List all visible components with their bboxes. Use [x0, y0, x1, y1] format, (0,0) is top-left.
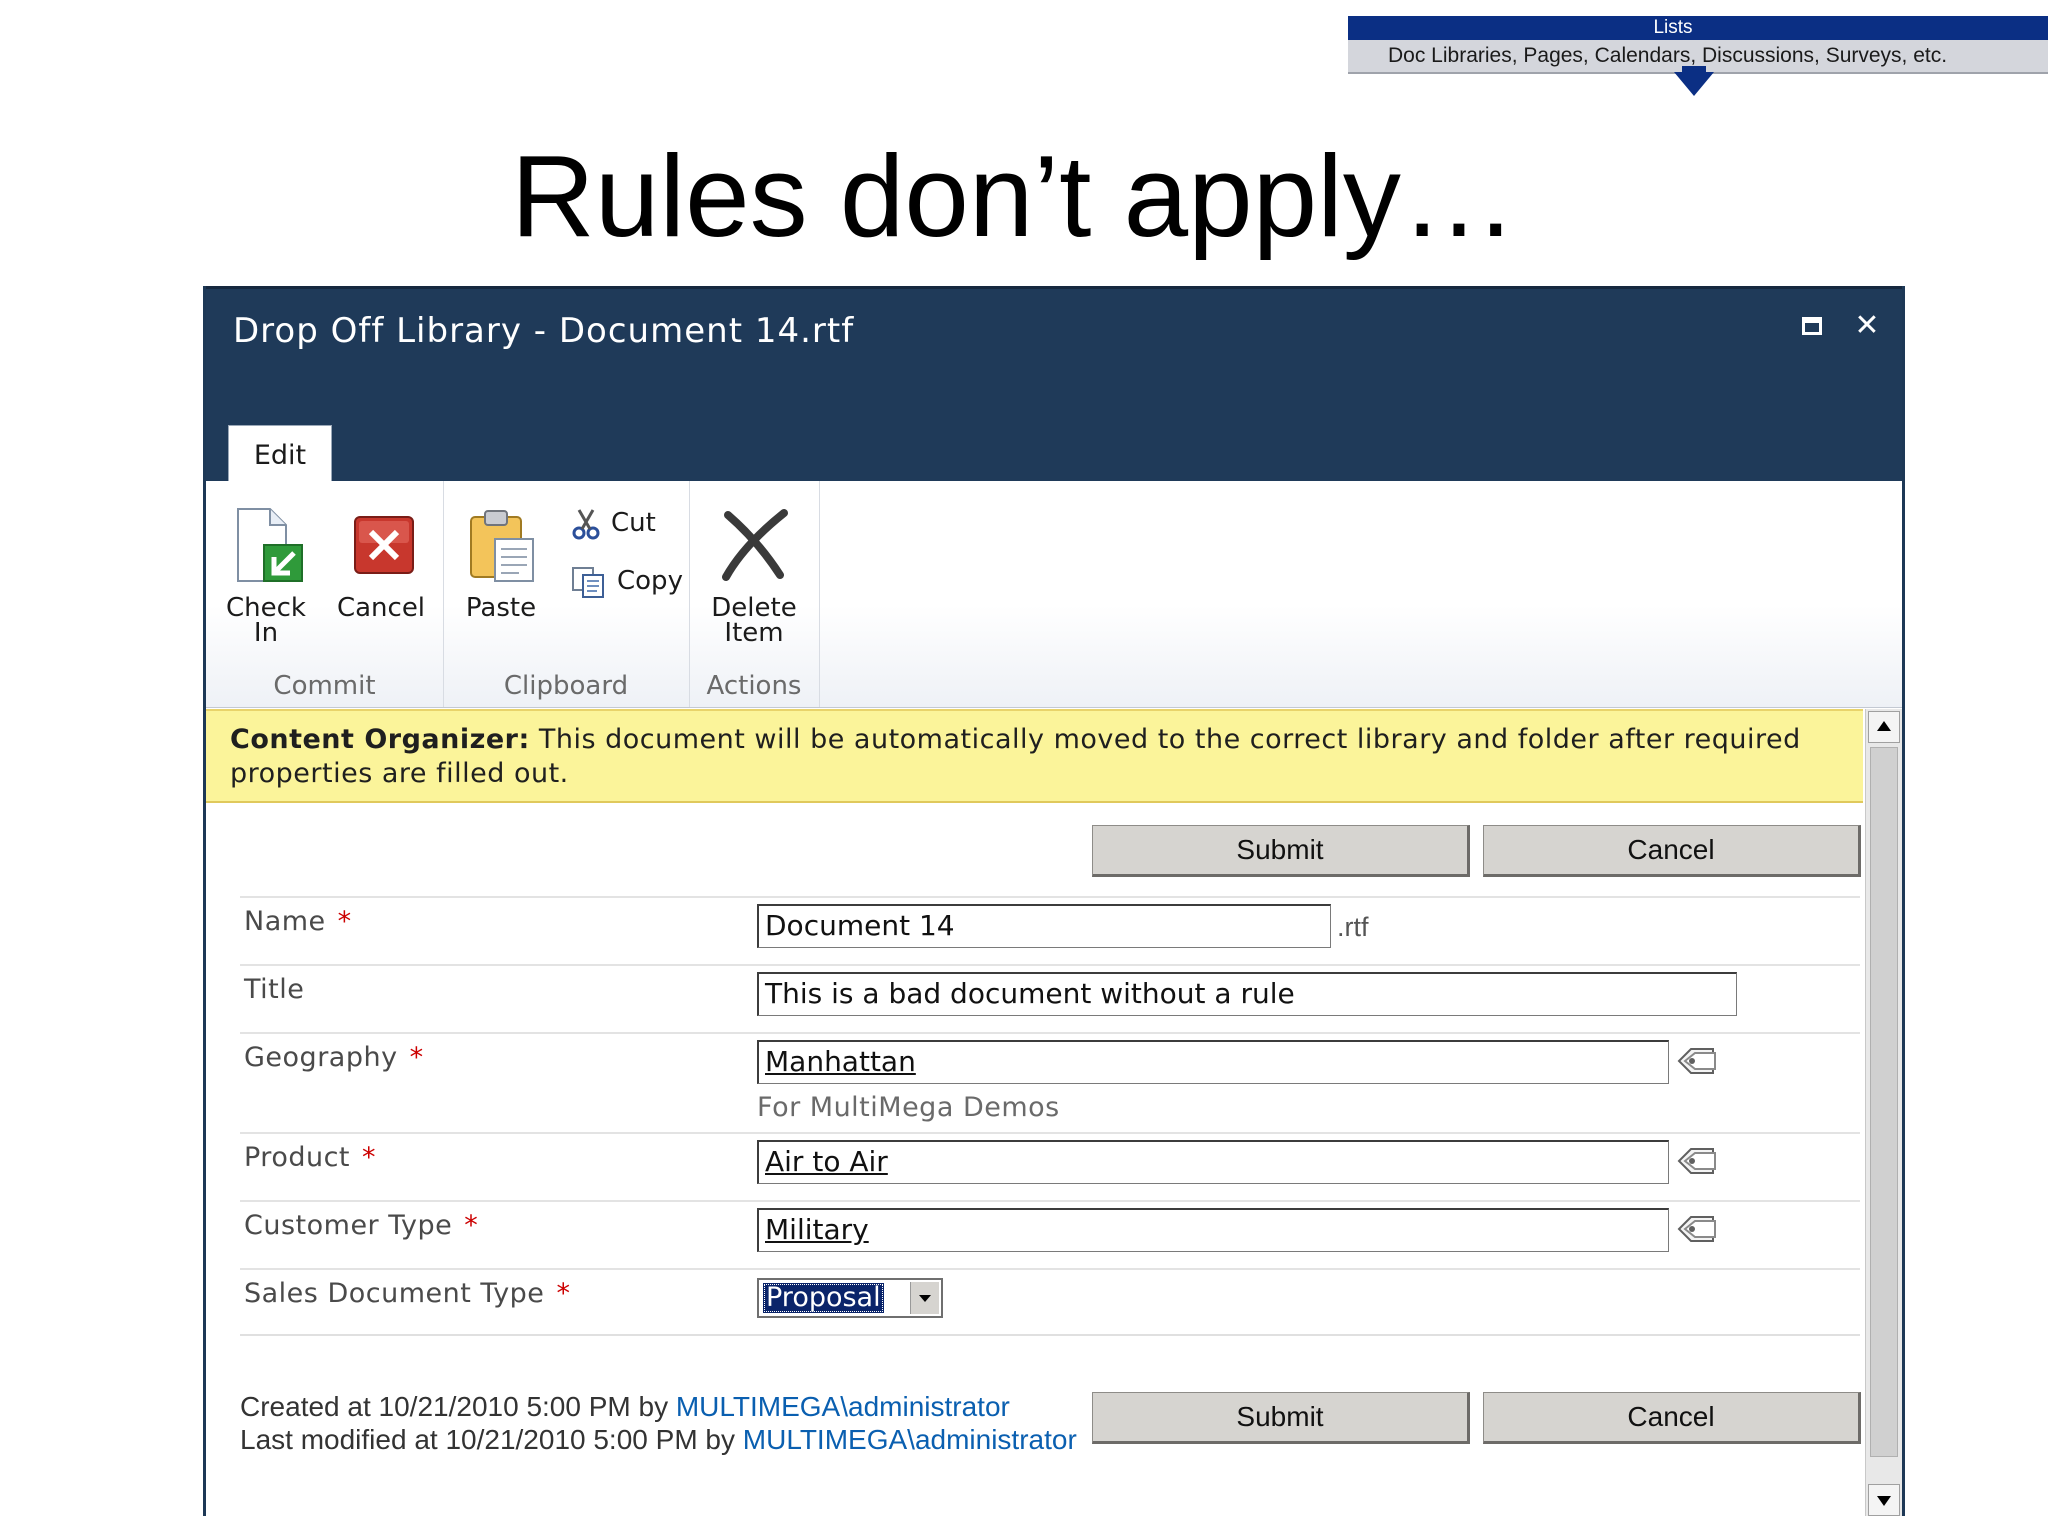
dialog-title: Drop Off Library - Document 14.rtf [233, 311, 855, 351]
slide-title: Rules don’t apply… [511, 131, 1517, 261]
paste-label: Paste [465, 593, 537, 623]
modified-user-link[interactable]: MULTIMEGA\administrator [743, 1424, 1077, 1455]
check-in-icon [237, 508, 303, 582]
field-row-geography: Geography * Manhattan For MultiMega Demos [240, 1032, 1860, 1132]
copy-icon [572, 566, 604, 598]
group-label-actions: Actions [706, 671, 802, 701]
created-info: Created at 10/21/2010 5:00 PM by MULTIME… [240, 1390, 1010, 1423]
tab-edit[interactable]: Edit [228, 425, 332, 484]
edit-properties-dialog: Drop Off Library - Document 14.rtf ✕ Edi… [203, 286, 1905, 1516]
geography-input[interactable]: Manhattan [757, 1040, 1669, 1084]
form-divider [240, 1334, 1860, 1336]
sales-document-type-select[interactable]: Proposal [757, 1278, 943, 1318]
ribbon-group-clipboard: Paste Cut Copy Clipboard [443, 481, 690, 707]
delete-item-button[interactable]: Delete Item [699, 505, 809, 646]
name-extension: .rtf [1337, 912, 1369, 942]
field-row-product: Product * Air to Air [240, 1132, 1860, 1200]
delete-item-label: Delete Item [711, 593, 797, 648]
lists-banner: Lists Doc Libraries, Pages, Calendars, D… [1348, 16, 2048, 96]
field-row-customer-type: Customer Type * Military [240, 1200, 1860, 1268]
created-text: Created at 10/21/2010 5:00 PM by [240, 1391, 676, 1422]
banner-title: Lists [1348, 16, 2048, 40]
scroll-thumb[interactable] [1870, 747, 1898, 1457]
notice-heading: Content Organizer: [230, 724, 530, 755]
scroll-up-icon[interactable] [1868, 711, 1900, 743]
submit-button-bottom[interactable]: Submit [1092, 1392, 1470, 1444]
cancel-ribbon-label: Cancel [336, 593, 426, 623]
cut-label: Cut [611, 508, 656, 538]
geography-label: Geography * [244, 1042, 424, 1073]
title-label: Title [244, 974, 305, 1005]
copy-button[interactable]: Copy [571, 563, 683, 599]
vertical-scrollbar[interactable] [1865, 709, 1902, 1516]
paste-icon [470, 510, 534, 582]
submit-button-top[interactable]: Submit [1092, 825, 1470, 877]
browse-tags-icon[interactable] [1675, 1044, 1719, 1078]
paste-button[interactable]: Paste [461, 505, 541, 621]
group-label-commit: Commit [273, 671, 376, 701]
field-row-sales-document-type: Sales Document Type * Proposal [240, 1268, 1860, 1336]
scissors-icon [572, 508, 600, 539]
copy-label: Copy [617, 566, 683, 596]
close-icon[interactable]: ✕ [1850, 309, 1884, 343]
ribbon: Check In Cancel Commit Paste Cut Copy Cl… [206, 481, 1902, 708]
ribbon-group-actions: Delete Item Actions [689, 481, 820, 707]
down-arrow-head [1674, 72, 1714, 96]
sales-document-type-value: Proposal [763, 1283, 884, 1313]
modified-text: Last modified at 10/21/2010 5:00 PM by [240, 1424, 743, 1455]
check-in-label: Check In [226, 593, 306, 648]
created-user-link[interactable]: MULTIMEGA\administrator [676, 1391, 1010, 1422]
field-row-title: Title This is a bad document without a r… [240, 964, 1860, 1032]
cancel-button-bottom[interactable]: Cancel [1483, 1392, 1861, 1444]
content-organizer-notice: Content Organizer: This document will be… [206, 709, 1863, 803]
group-label-clipboard: Clipboard [503, 671, 629, 701]
browse-tags-icon[interactable] [1675, 1144, 1719, 1178]
cancel-ribbon-button[interactable]: Cancel [336, 505, 426, 621]
name-label: Name * [244, 906, 352, 937]
field-row-name: Name * Document 14 .rtf [240, 896, 1860, 964]
chevron-down-icon[interactable] [910, 1282, 939, 1314]
cancel-icon [354, 516, 414, 574]
browse-tags-icon[interactable] [1675, 1212, 1719, 1246]
scroll-down-icon[interactable] [1868, 1484, 1900, 1516]
check-in-button[interactable]: Check In [226, 505, 306, 646]
modified-info: Last modified at 10/21/2010 5:00 PM by M… [240, 1423, 1077, 1456]
product-input[interactable]: Air to Air [757, 1140, 1669, 1184]
ribbon-group-commit: Check In Cancel Commit [206, 481, 444, 707]
title-input[interactable]: This is a bad document without a rule [757, 972, 1737, 1016]
dialog-header: Drop Off Library - Document 14.rtf ✕ Edi… [206, 286, 1902, 484]
geography-hint: For MultiMega Demos [757, 1092, 1060, 1123]
cancel-button-top[interactable]: Cancel [1483, 825, 1861, 877]
delete-x-icon [722, 509, 788, 581]
product-label: Product * [244, 1142, 377, 1173]
name-input[interactable]: Document 14 [757, 904, 1331, 948]
customer-type-label: Customer Type * [244, 1210, 479, 1241]
sales-document-type-label: Sales Document Type * [244, 1278, 571, 1309]
customer-type-input[interactable]: Military [757, 1208, 1669, 1252]
cut-button[interactable]: Cut [571, 505, 656, 541]
maximize-icon[interactable] [1796, 309, 1830, 343]
